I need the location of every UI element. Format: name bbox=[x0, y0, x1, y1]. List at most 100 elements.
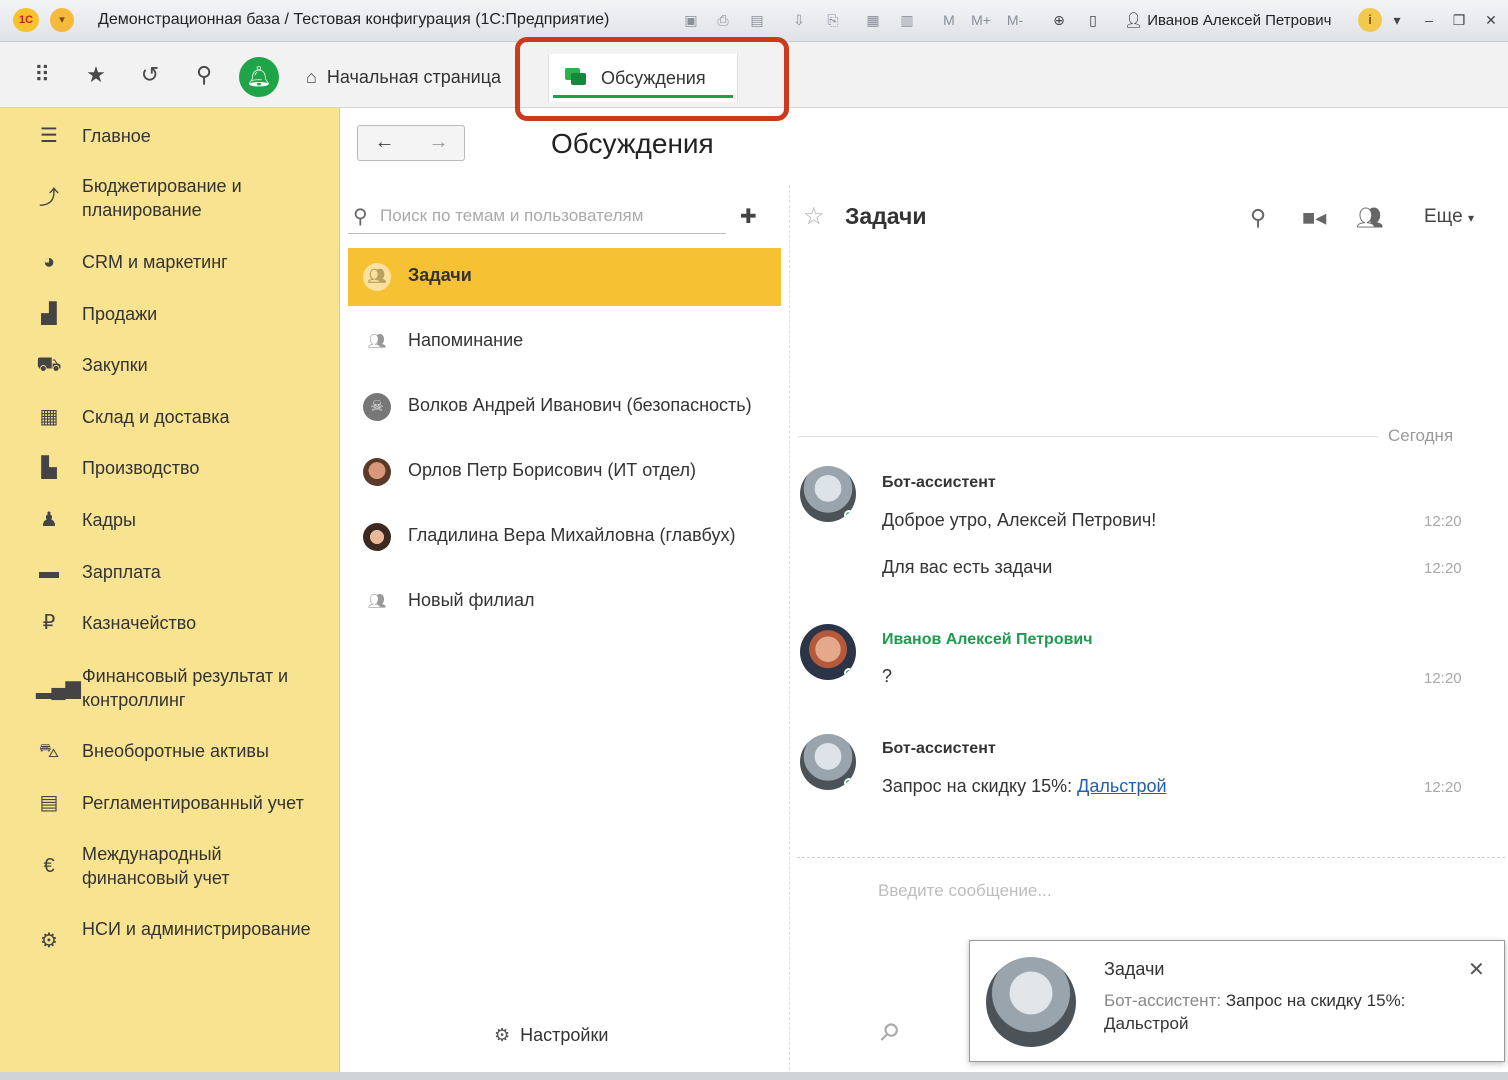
menu-icon: ☰ bbox=[40, 125, 58, 147]
online-indicator bbox=[844, 778, 854, 788]
zoom-icon[interactable]: ⊕ bbox=[1048, 9, 1070, 31]
discussion-item-orlov[interactable]: Орлов Петр Борисович (ИТ отдел) bbox=[348, 443, 781, 501]
info-icon[interactable]: i bbox=[1358, 8, 1382, 32]
window-bottom-edge bbox=[0, 1072, 1508, 1080]
message-time: 12:20 bbox=[1424, 670, 1462, 687]
cart-icon: ⛟ bbox=[36, 354, 62, 376]
user-avatar bbox=[800, 624, 856, 680]
online-indicator bbox=[844, 510, 854, 520]
discussion-item-reminder[interactable]: 👥︎ Напоминание bbox=[348, 313, 781, 371]
apps-grid-icon[interactable]: ⠿ bbox=[28, 62, 56, 88]
video-call-icon[interactable]: ■◂ bbox=[1302, 205, 1326, 231]
forward-button[interactable]: → bbox=[412, 131, 465, 154]
group-icon: 👥︎ bbox=[363, 263, 391, 291]
message-text: Доброе утро, Алексей Петрович! bbox=[882, 510, 1157, 530]
crm-icon: ◕ bbox=[42, 251, 56, 273]
calculator-icon[interactable]: ▦ bbox=[862, 9, 884, 31]
notification-title: Задачи bbox=[1104, 959, 1165, 979]
restore-icon[interactable]: ❐ bbox=[1448, 9, 1470, 31]
home-icon: ⌂ bbox=[306, 67, 317, 87]
online-indicator bbox=[844, 668, 854, 678]
chevron-down-icon[interactable]: ▾ bbox=[1386, 9, 1408, 31]
bot-avatar bbox=[800, 466, 856, 522]
euro-icon: € bbox=[43, 855, 55, 877]
main-menu-button[interactable]: ▾ bbox=[50, 8, 74, 32]
print-icon[interactable]: ⎙ bbox=[712, 9, 734, 31]
current-user[interactable]: 👤︎ Иванов Алексей Петрович bbox=[1124, 11, 1331, 29]
window-title: Демонстрационная база / Тестовая конфигу… bbox=[98, 11, 610, 28]
message-sender: Иванов Алексей Петрович bbox=[882, 631, 1093, 648]
tab-home[interactable]: ⌂ Начальная страница bbox=[298, 54, 543, 98]
preview-icon[interactable]: ▤ bbox=[746, 9, 768, 31]
attach-icon[interactable]: ⇩ bbox=[788, 9, 810, 31]
new-discussion-button[interactable]: ✚ bbox=[740, 204, 757, 229]
group-icon: 👥︎ bbox=[367, 593, 387, 610]
more-button[interactable]: Еще ▾ bbox=[1424, 206, 1474, 228]
message-time: 12:20 bbox=[1424, 560, 1462, 577]
bar-chart-icon: ▂▄▆ bbox=[36, 677, 81, 699]
calendar-icon[interactable]: ▥ bbox=[896, 9, 918, 31]
warehouse-icon: ▦ bbox=[39, 406, 59, 428]
participants-icon[interactable]: 👥︎ bbox=[1356, 205, 1384, 231]
day-label: Сегодня bbox=[1388, 426, 1454, 445]
app-logo-icon: 1С bbox=[13, 8, 39, 32]
search-icon[interactable]: ⚲ bbox=[1250, 205, 1266, 231]
group-icon: 👥︎ bbox=[367, 333, 387, 350]
message-time: 12:20 bbox=[1424, 513, 1462, 530]
avatar bbox=[363, 458, 391, 486]
minimize-icon[interactable]: – bbox=[1418, 9, 1440, 31]
bot-avatar bbox=[986, 957, 1076, 1047]
message-input[interactable] bbox=[876, 875, 1436, 907]
attachment-icon[interactable]: ⚲ bbox=[872, 1016, 905, 1049]
favorite-star-icon[interactable]: ☆ bbox=[803, 202, 825, 231]
history-icon[interactable]: ↺ bbox=[136, 62, 164, 88]
scan-icon[interactable]: ⎘ bbox=[822, 9, 844, 31]
discussion-item-tasks[interactable]: 👥︎ Задачи bbox=[348, 248, 781, 306]
message-text: Для вас есть задачи bbox=[882, 557, 1053, 577]
factory-icon: ▙ bbox=[41, 457, 57, 479]
close-icon[interactable]: ✕ bbox=[1480, 9, 1502, 31]
calculator-icon: ▤ bbox=[39, 792, 59, 814]
memory-plus-button[interactable]: M+ bbox=[970, 9, 992, 31]
message-text: Запрос на скидку 15%: Дальстрой bbox=[882, 776, 1167, 796]
panels-icon[interactable]: ▯ bbox=[1082, 9, 1104, 31]
settings-button[interactable]: ⚙ Настройки bbox=[494, 1025, 608, 1046]
panel-divider bbox=[789, 185, 790, 1070]
gear-icon: ⚙ bbox=[494, 1025, 511, 1045]
car-icon: ⛍ bbox=[38, 740, 60, 762]
discussion-item-new-branch[interactable]: 👥︎ Новый филиал bbox=[348, 573, 781, 631]
person-icon: ♟ bbox=[40, 509, 58, 531]
day-separator bbox=[798, 436, 1378, 437]
bag-icon: ▟ bbox=[41, 303, 57, 325]
memory-minus-button[interactable]: M- bbox=[1004, 9, 1026, 31]
search-icon: ⚲ bbox=[353, 206, 368, 228]
close-icon[interactable]: ✕ bbox=[1468, 957, 1485, 982]
notification-popup[interactable]: Задачи Бот-ассистент: Запрос на скидку 1… bbox=[969, 940, 1505, 1062]
chat-title: Задачи bbox=[845, 203, 927, 229]
message-sender: Бот-ассистент bbox=[882, 740, 996, 757]
history-nav: ← → bbox=[357, 125, 465, 161]
wallet-icon: ▬ bbox=[39, 561, 59, 583]
page-title: Обсуждения bbox=[551, 128, 714, 159]
favorites-star-icon[interactable]: ★ bbox=[82, 62, 110, 88]
memory-m-button[interactable]: M bbox=[938, 9, 960, 31]
user-icon: 👤︎ bbox=[1124, 12, 1148, 29]
ruble-icon: ₽ bbox=[42, 612, 56, 634]
discussion-item-volkov[interactable]: ☠ Волков Андрей Иванович (безопасность) bbox=[348, 378, 781, 436]
notifications-bell-icon[interactable]: 🔔︎ bbox=[239, 57, 279, 97]
window-title-bar: 1С ▾ Демонстрационная база / Тестовая ко… bbox=[0, 0, 1508, 42]
search-icon[interactable]: ⚲ bbox=[190, 62, 218, 88]
notification-body: Бот-ассистент: Запрос на скидку 15%: Дал… bbox=[1104, 991, 1406, 1033]
budget-icon: ⤴ bbox=[39, 187, 59, 209]
sidebar-edge bbox=[0, 108, 14, 1072]
search-input[interactable] bbox=[378, 202, 718, 230]
input-separator bbox=[797, 857, 1505, 858]
back-button[interactable]: ← bbox=[358, 131, 411, 154]
chevron-down-icon: ▾ bbox=[1467, 211, 1474, 225]
avatar: ☠ bbox=[363, 393, 391, 421]
save-icon[interactable]: ▣ bbox=[680, 9, 702, 31]
highlight-frame bbox=[515, 37, 789, 121]
gear-icon: ⚙ bbox=[40, 930, 58, 952]
document-link[interactable]: Дальстрой bbox=[1077, 776, 1166, 796]
discussion-item-gladilina[interactable]: Гладилина Вера Михайловна (главбух) bbox=[348, 508, 781, 566]
